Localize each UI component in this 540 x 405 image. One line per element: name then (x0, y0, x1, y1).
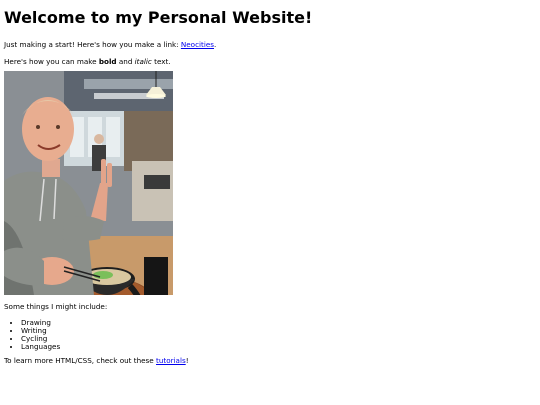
tutorials-link[interactable]: tutorials (156, 356, 186, 365)
page-content: Welcome to my Personal Website! Just mak… (0, 8, 540, 366)
list-item: Languages (21, 343, 536, 351)
formatting-text-after: text. (151, 57, 171, 66)
list-item: Cycling (21, 335, 536, 343)
intro-paragraph: Just making a start! Here's how you make… (4, 40, 536, 50)
outro-paragraph: To learn more HTML/CSS, check out these … (4, 356, 536, 366)
outro-text-after: ! (185, 356, 189, 365)
list-item: Drawing (21, 319, 536, 327)
things-intro: Some things I might include: (4, 302, 108, 311)
formatting-paragraph: Here's how you can make bold and italic … (4, 57, 536, 67)
list-item: Writing (21, 327, 536, 335)
formatting-text-before: Here's how you can make (4, 57, 99, 66)
italic-word: italic (134, 57, 152, 66)
page-title: Welcome to my Personal Website! (4, 8, 313, 27)
intro-text-before: Just making a start! Here's how you make… (4, 40, 181, 49)
things-list: Drawing Writing Cycling Languages (4, 319, 536, 351)
outro-text-before: To learn more HTML/CSS, check out these (4, 356, 157, 365)
neocities-link[interactable]: Neocities (181, 40, 214, 49)
photo-image (4, 71, 173, 295)
bold-word: bold (98, 57, 117, 66)
formatting-text-middle: and (116, 57, 135, 66)
profile-photo (4, 71, 173, 295)
intro-text-after: . (214, 40, 217, 49)
